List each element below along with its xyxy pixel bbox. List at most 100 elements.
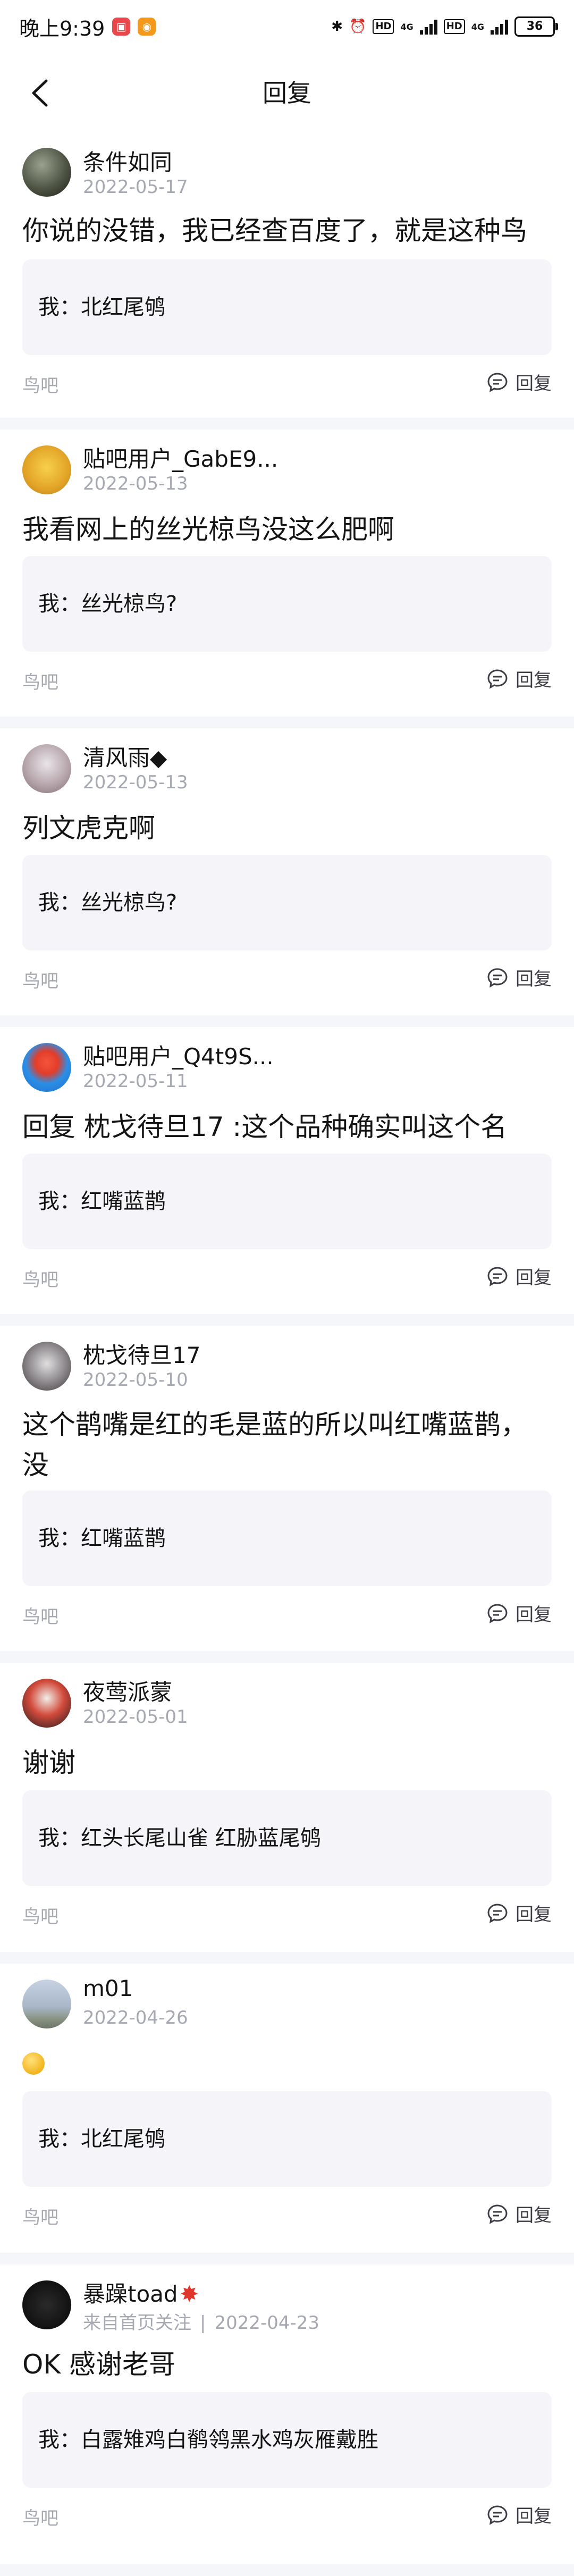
comment-icon: [487, 1603, 508, 1623]
hd-icon-2: HD: [443, 19, 465, 34]
reply-date: 2022-04-23: [214, 2312, 320, 2334]
reply-date: 2022-05-13: [83, 473, 188, 494]
signal-icon-2: [491, 19, 508, 35]
reply-button[interactable]: 回复: [487, 1600, 552, 1626]
status-time: 晚上9:39: [19, 16, 105, 40]
user-name[interactable]: 清风雨◆: [83, 740, 167, 772]
avatar[interactable]: [22, 1980, 71, 2028]
forum-name[interactable]: 鸟吧: [22, 2203, 58, 2229]
forum-name[interactable]: 鸟吧: [22, 2504, 58, 2530]
hd-icon: HD: [373, 19, 394, 34]
source-label: 来自首页关注: [83, 2312, 191, 2334]
reply-item[interactable]: 枕戈待旦17 2022-05-10 这个鹊嘴是红的毛是蓝的所以叫红嘴蓝鹊，没 毛…: [0, 1326, 574, 1651]
quoted-post[interactable]: 我：北红尾鸲: [22, 2091, 552, 2187]
comment-icon: [487, 2505, 508, 2525]
reply-button[interactable]: 回复: [487, 666, 552, 692]
reply-content: 你说的没错，我已经查百度了，就是这种鸟: [22, 215, 527, 246]
user-name[interactable]: 暴躁toad✸: [83, 2276, 199, 2309]
forum-name[interactable]: 鸟吧: [22, 1602, 58, 1628]
reply-button[interactable]: 回复: [487, 1900, 552, 1926]
reply-label: 回复: [516, 969, 552, 990]
reply-label: 回复: [516, 2506, 552, 2527]
reply-label: 回复: [516, 670, 552, 691]
forum-name[interactable]: 鸟吧: [22, 668, 58, 694]
separator: [0, 1952, 574, 1964]
emoji-icon: [22, 2052, 45, 2075]
quoted-text: 我：北红尾鸲: [38, 295, 166, 319]
avatar[interactable]: [22, 1342, 71, 1391]
quoted-post[interactable]: 我：红嘴蓝鹊: [22, 1154, 552, 1249]
separator: [0, 2564, 574, 2576]
avatar[interactable]: [22, 1679, 71, 1728]
reply-label: 回复: [516, 2205, 552, 2226]
avatar[interactable]: [22, 744, 71, 793]
avatar[interactable]: [22, 1043, 71, 1092]
user-name[interactable]: 贴吧用户_Q4t9S...: [83, 1039, 274, 1071]
status-left: 晚上9:39 ▣ ◉: [19, 12, 156, 41]
separator: [0, 1314, 574, 1326]
reply-item[interactable]: 贴吧用户_Q4t9S... 2022-05-11 回复 枕戈待旦17 :这个品种…: [0, 1027, 574, 1314]
orange-app-icon: ◉: [138, 18, 156, 36]
reply-label: 回复: [516, 1604, 552, 1626]
reply-label: 回复: [516, 1267, 552, 1289]
user-name[interactable]: m01: [83, 1975, 133, 2001]
reply-button[interactable]: 回复: [487, 964, 552, 990]
quoted-post[interactable]: 我：红头长尾山雀 红胁蓝尾鸲: [22, 1790, 552, 1886]
reply-item[interactable]: m01 2022-04-26 我：北红尾鸲 鸟吧 回复: [0, 1964, 574, 2253]
reply-button[interactable]: 回复: [487, 2502, 552, 2528]
status-right: ✱ ⏰ HD 4G HD 4G 36: [331, 16, 558, 37]
reply-button[interactable]: 回复: [487, 1263, 552, 1289]
quoted-post[interactable]: 我：白露雉鸡白鹡鸰黑水鸡灰雁戴胜: [22, 2392, 552, 2488]
user-name[interactable]: 贴吧用户_GabE9...: [83, 441, 278, 474]
separator: [0, 418, 574, 430]
reply-item[interactable]: 夜莺派蒙 2022-05-01 谢谢 我：红头长尾山雀 红胁蓝尾鸲 鸟吧 回复: [0, 1663, 574, 1952]
avatar[interactable]: [22, 2280, 71, 2329]
comment-icon: [487, 967, 508, 988]
reply-content: [22, 2042, 548, 2083]
bluetooth-icon: ✱: [331, 19, 343, 35]
forum-name[interactable]: 鸟吧: [22, 1902, 58, 1928]
red-app-icon: ▣: [112, 18, 131, 36]
user-name[interactable]: 枕戈待旦17: [83, 1337, 200, 1370]
reply-content: 列文虎克啊: [22, 813, 155, 844]
forum-name[interactable]: 鸟吧: [22, 1265, 58, 1291]
quoted-post[interactable]: 我：丝光椋鸟?: [22, 556, 552, 652]
signal-icon: [419, 19, 437, 35]
user-name[interactable]: 条件如同: [83, 145, 172, 177]
user-name[interactable]: 夜莺派蒙: [83, 1674, 172, 1707]
reply-item[interactable]: 条件如同 2022-05-17 你说的没错，我已经查百度了，就是这种鸟 我：北红…: [0, 133, 574, 430]
comment-icon: [487, 372, 508, 392]
avatar[interactable]: [22, 445, 71, 494]
reply-content: 我看网上的丝光椋鸟没这么肥啊: [22, 514, 394, 545]
reply-label: 回复: [516, 373, 552, 394]
quoted-post[interactable]: 我：丝光椋鸟?: [22, 855, 552, 950]
reply-content-line-1: 这个鹊嘴是红的毛是蓝的所以叫红嘴蓝鹊，没: [22, 1409, 527, 1480]
avatar[interactable]: [22, 148, 71, 197]
quoted-text: 我：丝光椋鸟?: [38, 592, 178, 616]
comment-icon: [487, 669, 508, 689]
comment-icon: [487, 2204, 508, 2224]
reply-date: 2022-05-11: [83, 1071, 188, 1092]
page-title: 回复: [263, 79, 311, 107]
reply-button[interactable]: 回复: [487, 2201, 552, 2227]
reply-item[interactable]: 贴吧用户_GabE9... 2022-05-13 我看网上的丝光椋鸟没这么肥啊 …: [0, 430, 574, 717]
quoted-post[interactable]: 我：北红尾鸲: [22, 259, 552, 355]
separator: [0, 1015, 574, 1027]
reply-item[interactable]: 暴躁toad✸ 来自首页关注 | 2022-04-23 OK 感谢老哥 我：白露雉鸡…: [0, 2264, 574, 2576]
reply-item[interactable]: 清风雨◆ 2022-05-13 列文虎克啊 我：丝光椋鸟? 鸟吧 回复: [0, 728, 574, 1015]
forum-name[interactable]: 鸟吧: [22, 966, 58, 992]
quoted-text: 我：红嘴蓝鹊: [38, 1526, 166, 1551]
separator: [0, 2253, 574, 2264]
quoted-text: 我：丝光椋鸟?: [38, 890, 178, 915]
comment-icon: [487, 1903, 508, 1923]
forum-name[interactable]: 鸟吧: [22, 371, 58, 397]
quoted-post[interactable]: 我：红嘴蓝鹊: [22, 1491, 552, 1586]
reply-button[interactable]: 回复: [487, 369, 552, 395]
reply-content: 回复 枕戈待旦17 :这个品种确实叫这个名: [22, 1112, 508, 1142]
reply-date: 2022-05-10: [83, 1369, 188, 1391]
quoted-text: 我：红头长尾山雀 红胁蓝尾鸲: [38, 1826, 322, 1850]
net-4g-label-2: 4G: [471, 21, 484, 32]
reply-meta: 来自首页关注 | 2022-04-23: [83, 2312, 320, 2334]
separator: [0, 1651, 574, 1663]
battery-icon: 36: [514, 16, 558, 37]
